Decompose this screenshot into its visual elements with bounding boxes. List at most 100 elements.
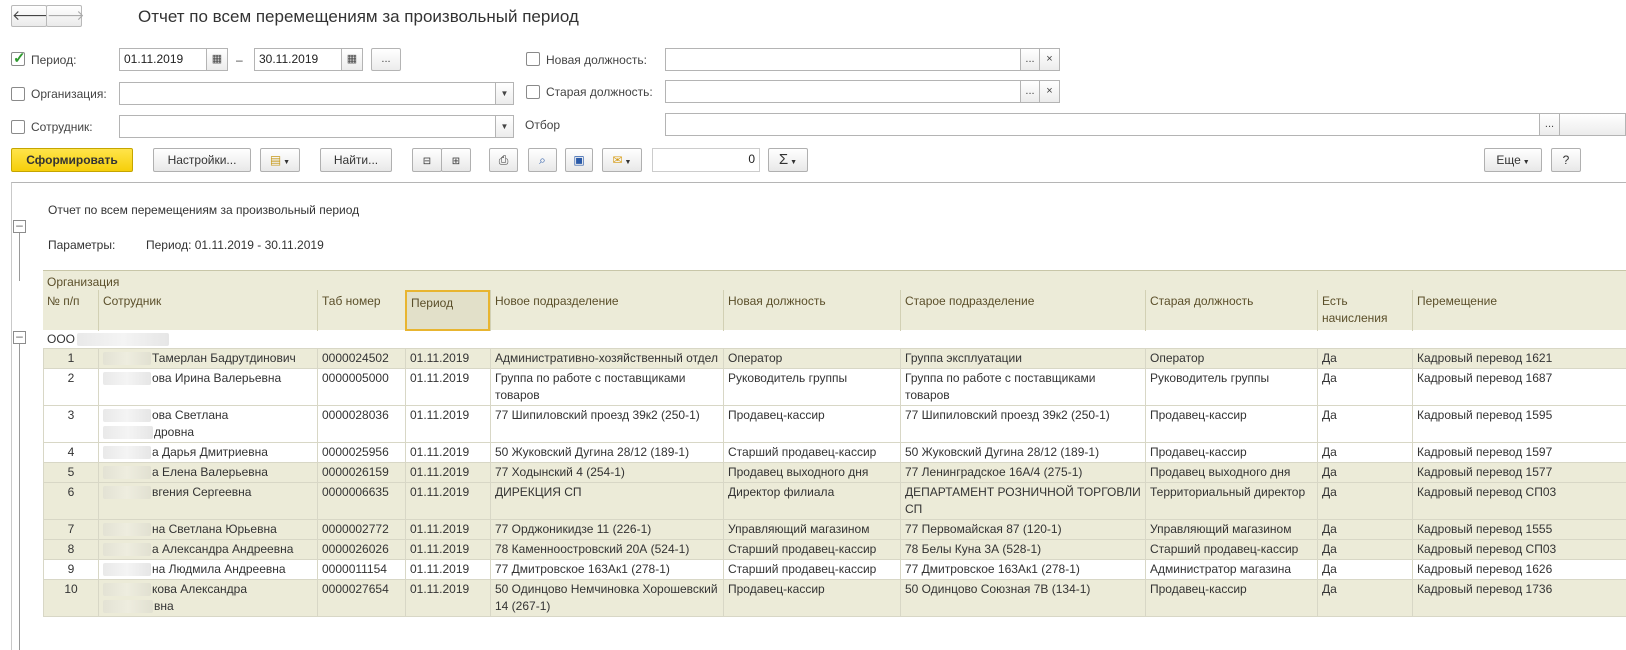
table-row[interactable]: 1 Тамерлан Бадрутдинович 0000024502 01.11.2… [43, 348, 1626, 369]
new-department-cell[interactable]: 50 Жуковский Дугина 28/12 (189-1) [490, 442, 724, 463]
accruals-cell[interactable]: Да [1317, 519, 1413, 540]
new-position-cell[interactable]: Продавец-кассир [723, 579, 901, 617]
period-cell[interactable]: 01.11.2019 [405, 579, 491, 617]
calendar-button-to[interactable]: ▦ [341, 48, 363, 71]
old-department-cell[interactable]: 77 Дмитровское 163Ак1 (278-1) [900, 559, 1146, 580]
new-department-cell[interactable]: Группа по работе с поставщиками товаров [490, 368, 724, 406]
old-department-cell[interactable]: Группа эксплуатации [900, 348, 1146, 369]
filter-input[interactable] [665, 113, 1540, 136]
old-position-cell[interactable]: Продавец-кассир [1145, 579, 1318, 617]
tab-number-cell[interactable]: 0000027654 [317, 579, 406, 617]
column-header-employee[interactable]: Сотрудник [98, 290, 317, 331]
new-department-cell[interactable]: 77 Дмитровское 163Ак1 (278-1) [490, 559, 724, 580]
row-number[interactable]: 5 [43, 462, 99, 483]
new-department-cell[interactable]: Административно-хозяйственный отдел [490, 348, 724, 369]
employee-cell[interactable]: а Александра Андреевна [98, 539, 318, 560]
collapse-group-toggle[interactable]: – [13, 330, 26, 344]
period-select-button[interactable]: ... [371, 48, 401, 71]
row-number[interactable]: 10 [43, 579, 99, 617]
new-position-checkbox[interactable] [526, 52, 540, 66]
variants-menu-button[interactable]: ▤ ▼ [260, 148, 300, 172]
collapse-groups-button[interactable]: ⊟ [412, 148, 442, 172]
new-department-cell[interactable]: ДИРЕКЦИЯ СП [490, 482, 724, 520]
transfer-cell[interactable]: Кадровый перевод СП03 [1412, 539, 1626, 560]
tab-number-cell[interactable]: 0000002772 [317, 519, 406, 540]
period-cell[interactable]: 01.11.2019 [405, 462, 491, 483]
new-position-cell[interactable]: Директор филиала [723, 482, 901, 520]
period-cell[interactable]: 01.11.2019 [405, 405, 491, 443]
filter-select-button[interactable]: ... [1539, 113, 1560, 136]
old-position-cell[interactable]: Продавец выходного дня [1145, 462, 1318, 483]
column-header-accruals[interactable]: Есть начисления [1317, 290, 1412, 331]
old-department-cell[interactable]: 77 Шипиловский проезд 39к2 (250-1) [900, 405, 1146, 443]
table-row[interactable]: 6 вгения Сергеевна 0000006635 01.11.2019 ДИР… [43, 482, 1626, 520]
organization-dropdown-button[interactable]: ▼ [495, 82, 514, 105]
table-row[interactable]: 3 ова Светлана дровна 0000028036 01.11.2019 7… [43, 405, 1626, 443]
collapse-report-header-toggle[interactable]: – [13, 219, 26, 233]
column-header-period[interactable]: Период [405, 290, 490, 331]
back-button[interactable]: 🡐 [11, 5, 50, 27]
transfer-cell[interactable]: Кадровый перевод 1736 [1412, 579, 1626, 617]
old-department-cell[interactable]: 78 Белы Куна 3А (528-1) [900, 539, 1146, 560]
find-button[interactable]: Найти... [320, 148, 392, 172]
transfer-cell[interactable]: Кадровый перевод 1595 [1412, 405, 1626, 443]
filter-clear-button[interactable] [1559, 113, 1626, 136]
tab-number-cell[interactable]: 0000024502 [317, 348, 406, 369]
employee-cell[interactable]: вгения Сергеевна [98, 482, 318, 520]
accruals-cell[interactable]: Да [1317, 405, 1413, 443]
employee-select[interactable] [119, 115, 496, 138]
employee-cell[interactable]: на Светлана Юрьевна [98, 519, 318, 540]
date-from-input[interactable]: 01.11.2019 [119, 48, 207, 71]
new-position-cell[interactable]: Старший продавец-кассир [723, 442, 901, 463]
period-cell[interactable]: 01.11.2019 [405, 559, 491, 580]
new-department-cell[interactable]: 78 Каменноостровский 20А (524-1) [490, 539, 724, 560]
tab-number-cell[interactable]: 0000026026 [317, 539, 406, 560]
preview-button[interactable]: ⌕ [528, 148, 557, 172]
settings-button[interactable]: Настройки... [153, 148, 251, 172]
accruals-cell[interactable]: Да [1317, 442, 1413, 463]
transfer-cell[interactable]: Кадровый перевод СП03 [1412, 482, 1626, 520]
save-button[interactable]: ▣ [565, 148, 593, 172]
employee-dropdown-button[interactable]: ▼ [495, 115, 514, 138]
table-row[interactable]: 7 на Светлана Юрьевна 0000002772 01.11.2019… [43, 519, 1626, 540]
old-position-input[interactable] [665, 80, 1021, 103]
period-cell[interactable]: 01.11.2019 [405, 519, 491, 540]
table-row[interactable]: 9 на Людмила Андреевна 0000011154 01.11.201… [43, 559, 1626, 580]
new-department-cell[interactable]: 77 Орджоникидзе 11 (226-1) [490, 519, 724, 540]
row-number[interactable]: 7 [43, 519, 99, 540]
more-menu-button[interactable]: Еще ▼ [1484, 148, 1542, 172]
old-position-cell[interactable]: Руководитель группы [1145, 368, 1318, 406]
employee-cell[interactable]: кова Александра вна [98, 579, 318, 617]
accruals-cell[interactable]: Да [1317, 482, 1413, 520]
send-email-button[interactable]: ✉ ▼ [602, 148, 642, 172]
new-position-input[interactable] [665, 48, 1021, 71]
new-position-cell[interactable]: Старший продавец-кассир [723, 559, 901, 580]
accruals-cell[interactable]: Да [1317, 368, 1413, 406]
row-number[interactable]: 1 [43, 348, 99, 369]
old-position-cell[interactable]: Администратор магазина [1145, 559, 1318, 580]
employee-cell[interactable]: а Дарья Дмитриевна [98, 442, 318, 463]
employee-cell[interactable]: на Людмила Андреевна [98, 559, 318, 580]
transfer-cell[interactable]: Кадровый перевод 1687 [1412, 368, 1626, 406]
calendar-button-from[interactable]: ▦ [206, 48, 228, 71]
column-header-new-department[interactable]: Новое подразделение [490, 290, 723, 331]
column-header-new-position[interactable]: Новая должность [723, 290, 900, 331]
column-header-number[interactable]: № п/п [43, 290, 98, 331]
period-cell[interactable]: 01.11.2019 [405, 348, 491, 369]
new-position-cell[interactable]: Продавец-кассир [723, 405, 901, 443]
transfer-cell[interactable]: Кадровый перевод 1577 [1412, 462, 1626, 483]
table-row[interactable]: 2 ова Ирина Валерьевна 0000005000 01.11.201… [43, 368, 1626, 406]
print-button[interactable]: ⎙ [489, 148, 518, 172]
new-department-cell[interactable]: 77 Шипиловский проезд 39к2 (250-1) [490, 405, 724, 443]
new-position-cell[interactable]: Руководитель группы [723, 368, 901, 406]
new-position-select-button[interactable]: ... [1020, 48, 1040, 71]
tab-number-cell[interactable]: 0000028036 [317, 405, 406, 443]
organization-select[interactable] [119, 82, 496, 105]
row-number[interactable]: 4 [43, 442, 99, 463]
new-department-cell[interactable]: 50 Одинцово Немчиновка Хорошевский 14 (2… [490, 579, 724, 617]
tab-number-cell[interactable]: 0000006635 [317, 482, 406, 520]
help-button[interactable]: ? [1551, 148, 1581, 172]
old-position-checkbox[interactable] [526, 85, 540, 99]
old-position-cell[interactable]: Управляющий магазином [1145, 519, 1318, 540]
period-checkbox[interactable]: ✓ [11, 51, 26, 66]
